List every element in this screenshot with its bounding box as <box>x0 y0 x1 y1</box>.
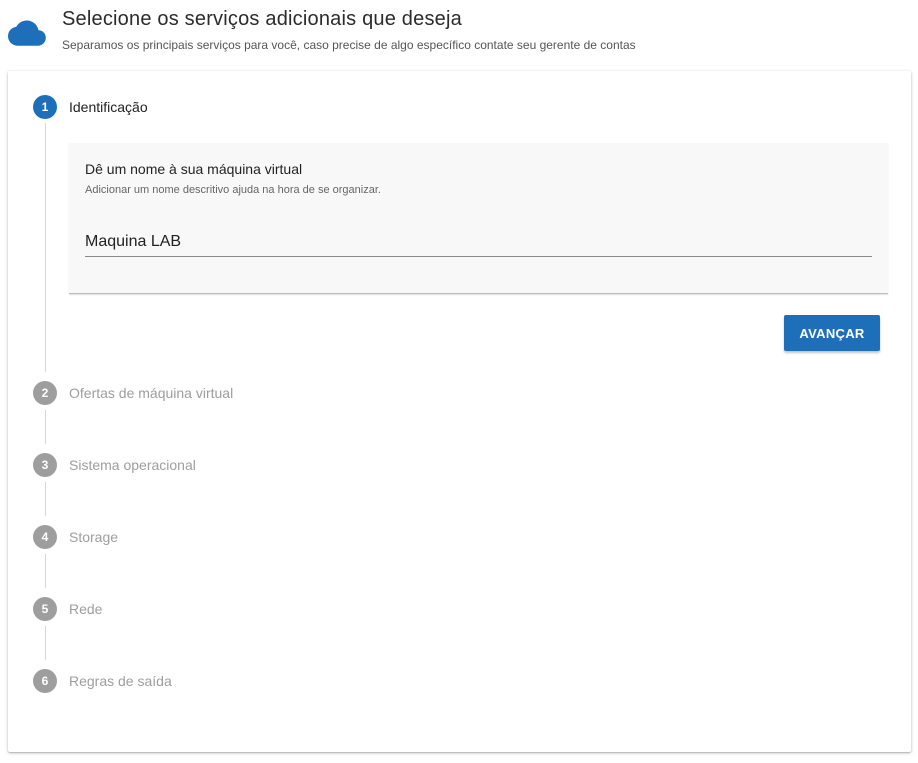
page-header: Selecione os serviços adicionais que des… <box>0 0 918 70</box>
next-button[interactable]: AVANÇAR <box>784 315 880 351</box>
step-6-number[interactable]: 6 <box>33 669 57 693</box>
step-connector <box>45 123 46 372</box>
step-4-label[interactable]: Storage <box>69 529 118 545</box>
step-connector <box>45 626 46 660</box>
vm-name-hint: Adicionar um nome descritivo ajuda na ho… <box>85 184 381 196</box>
page-title: Selecione os serviços adicionais que des… <box>62 8 462 30</box>
step-1-label[interactable]: Identificação <box>69 99 148 115</box>
step-connector <box>45 554 46 588</box>
identification-panel: Dê um nome à sua máquina virtual Adicion… <box>69 143 888 294</box>
step-6-label[interactable]: Regras de saída <box>69 673 172 689</box>
step-3-label[interactable]: Sistema operacional <box>69 457 196 473</box>
step-5-label[interactable]: Rede <box>69 601 102 617</box>
vm-name-title: Dê um nome à sua máquina virtual <box>85 161 303 177</box>
step-2-number[interactable]: 2 <box>33 381 57 405</box>
step-connector <box>45 482 46 516</box>
vm-name-input[interactable] <box>85 227 872 257</box>
cloud-icon <box>8 20 46 46</box>
page-subtitle: Separamos os principais serviços para vo… <box>62 38 636 52</box>
step-connector <box>45 410 46 444</box>
step-1-number[interactable]: 1 <box>33 95 57 119</box>
step-2-label[interactable]: Ofertas de máquina virtual <box>69 385 233 401</box>
step-4-number[interactable]: 4 <box>33 525 57 549</box>
step-5-number[interactable]: 5 <box>33 597 57 621</box>
step-3-number[interactable]: 3 <box>33 453 57 477</box>
